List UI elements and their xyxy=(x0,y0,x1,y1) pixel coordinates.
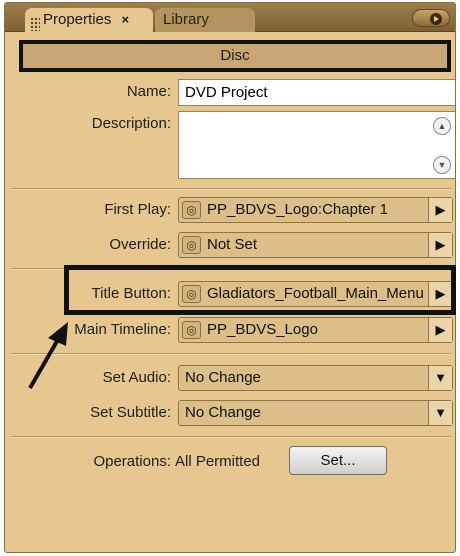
override-label: Override: xyxy=(109,236,171,253)
override-field[interactable]: ◎ Not Set ▶ xyxy=(178,232,453,258)
title-button-field[interactable]: ◎ Gladiators_Football_Main_Menu ▶ xyxy=(178,281,453,307)
panel-menu-icon[interactable] xyxy=(412,9,450,27)
dropdown-arrow-icon[interactable]: ▼ xyxy=(428,366,452,390)
pickwhip-icon[interactable]: ◎ xyxy=(182,285,201,303)
main-timeline-value: PP_BDVS_Logo xyxy=(207,321,318,338)
title-button-label: Title Button: xyxy=(91,285,171,302)
play-arrow-icon[interactable]: ▶ xyxy=(428,318,452,342)
first-play-value: PP_BDVS_Logo:Chapter 1 xyxy=(207,201,388,218)
description-textarea[interactable]: ▲ ▼ xyxy=(178,111,455,179)
panel-tab-bar: Library Properties × xyxy=(5,3,455,32)
divider xyxy=(11,268,451,270)
play-arrow-icon[interactable]: ▶ xyxy=(428,282,452,306)
section-header-disc: Disc xyxy=(19,40,451,72)
dropdown-arrow-icon[interactable]: ▼ xyxy=(428,401,452,425)
set-audio-dropdown[interactable]: No Change ▼ xyxy=(178,365,453,391)
scroll-down-icon[interactable]: ▼ xyxy=(433,156,451,174)
set-subtitle-value: No Change xyxy=(185,404,261,421)
callout-arrow-icon xyxy=(28,322,68,389)
operations-label: Operations: xyxy=(93,453,171,470)
tab-library[interactable]: Library xyxy=(155,8,255,32)
override-value: Not Set xyxy=(207,236,258,253)
divider xyxy=(11,188,451,190)
pickwhip-icon[interactable]: ◎ xyxy=(182,236,201,254)
first-play-label: First Play: xyxy=(104,201,171,218)
tab-properties-label: Properties xyxy=(43,11,112,28)
tab-library-label: Library xyxy=(163,11,209,28)
grip-icon[interactable] xyxy=(30,17,40,31)
name-label: Name: xyxy=(126,83,171,100)
operations-value: All Permitted xyxy=(175,453,261,470)
set-audio-value: No Change xyxy=(185,369,261,386)
tab-close-icon[interactable]: × xyxy=(122,12,130,27)
title-button-value: Gladiators_Football_Main_Menu xyxy=(207,285,424,302)
pickwhip-icon[interactable]: ◎ xyxy=(182,321,201,339)
pickwhip-icon[interactable]: ◎ xyxy=(182,201,201,219)
tab-properties[interactable]: Properties × xyxy=(25,8,153,32)
main-timeline-field[interactable]: ◎ PP_BDVS_Logo ▶ xyxy=(178,317,453,343)
play-arrow-icon[interactable]: ▶ xyxy=(428,233,452,257)
description-label: Description: xyxy=(91,115,171,132)
scroll-up-icon[interactable]: ▲ xyxy=(433,117,451,135)
play-arrow-icon[interactable]: ▶ xyxy=(428,198,452,222)
divider xyxy=(11,436,451,438)
first-play-field[interactable]: ◎ PP_BDVS_Logo:Chapter 1 ▶ xyxy=(178,197,453,223)
properties-panel: Library Properties × Disc Name: DVD Proj… xyxy=(4,2,456,553)
name-input[interactable]: DVD Project xyxy=(178,79,455,106)
set-operations-button[interactable]: Set... xyxy=(289,446,387,475)
set-subtitle-dropdown[interactable]: No Change ▼ xyxy=(178,400,453,426)
set-subtitle-label: Set Subtitle: xyxy=(90,404,171,421)
